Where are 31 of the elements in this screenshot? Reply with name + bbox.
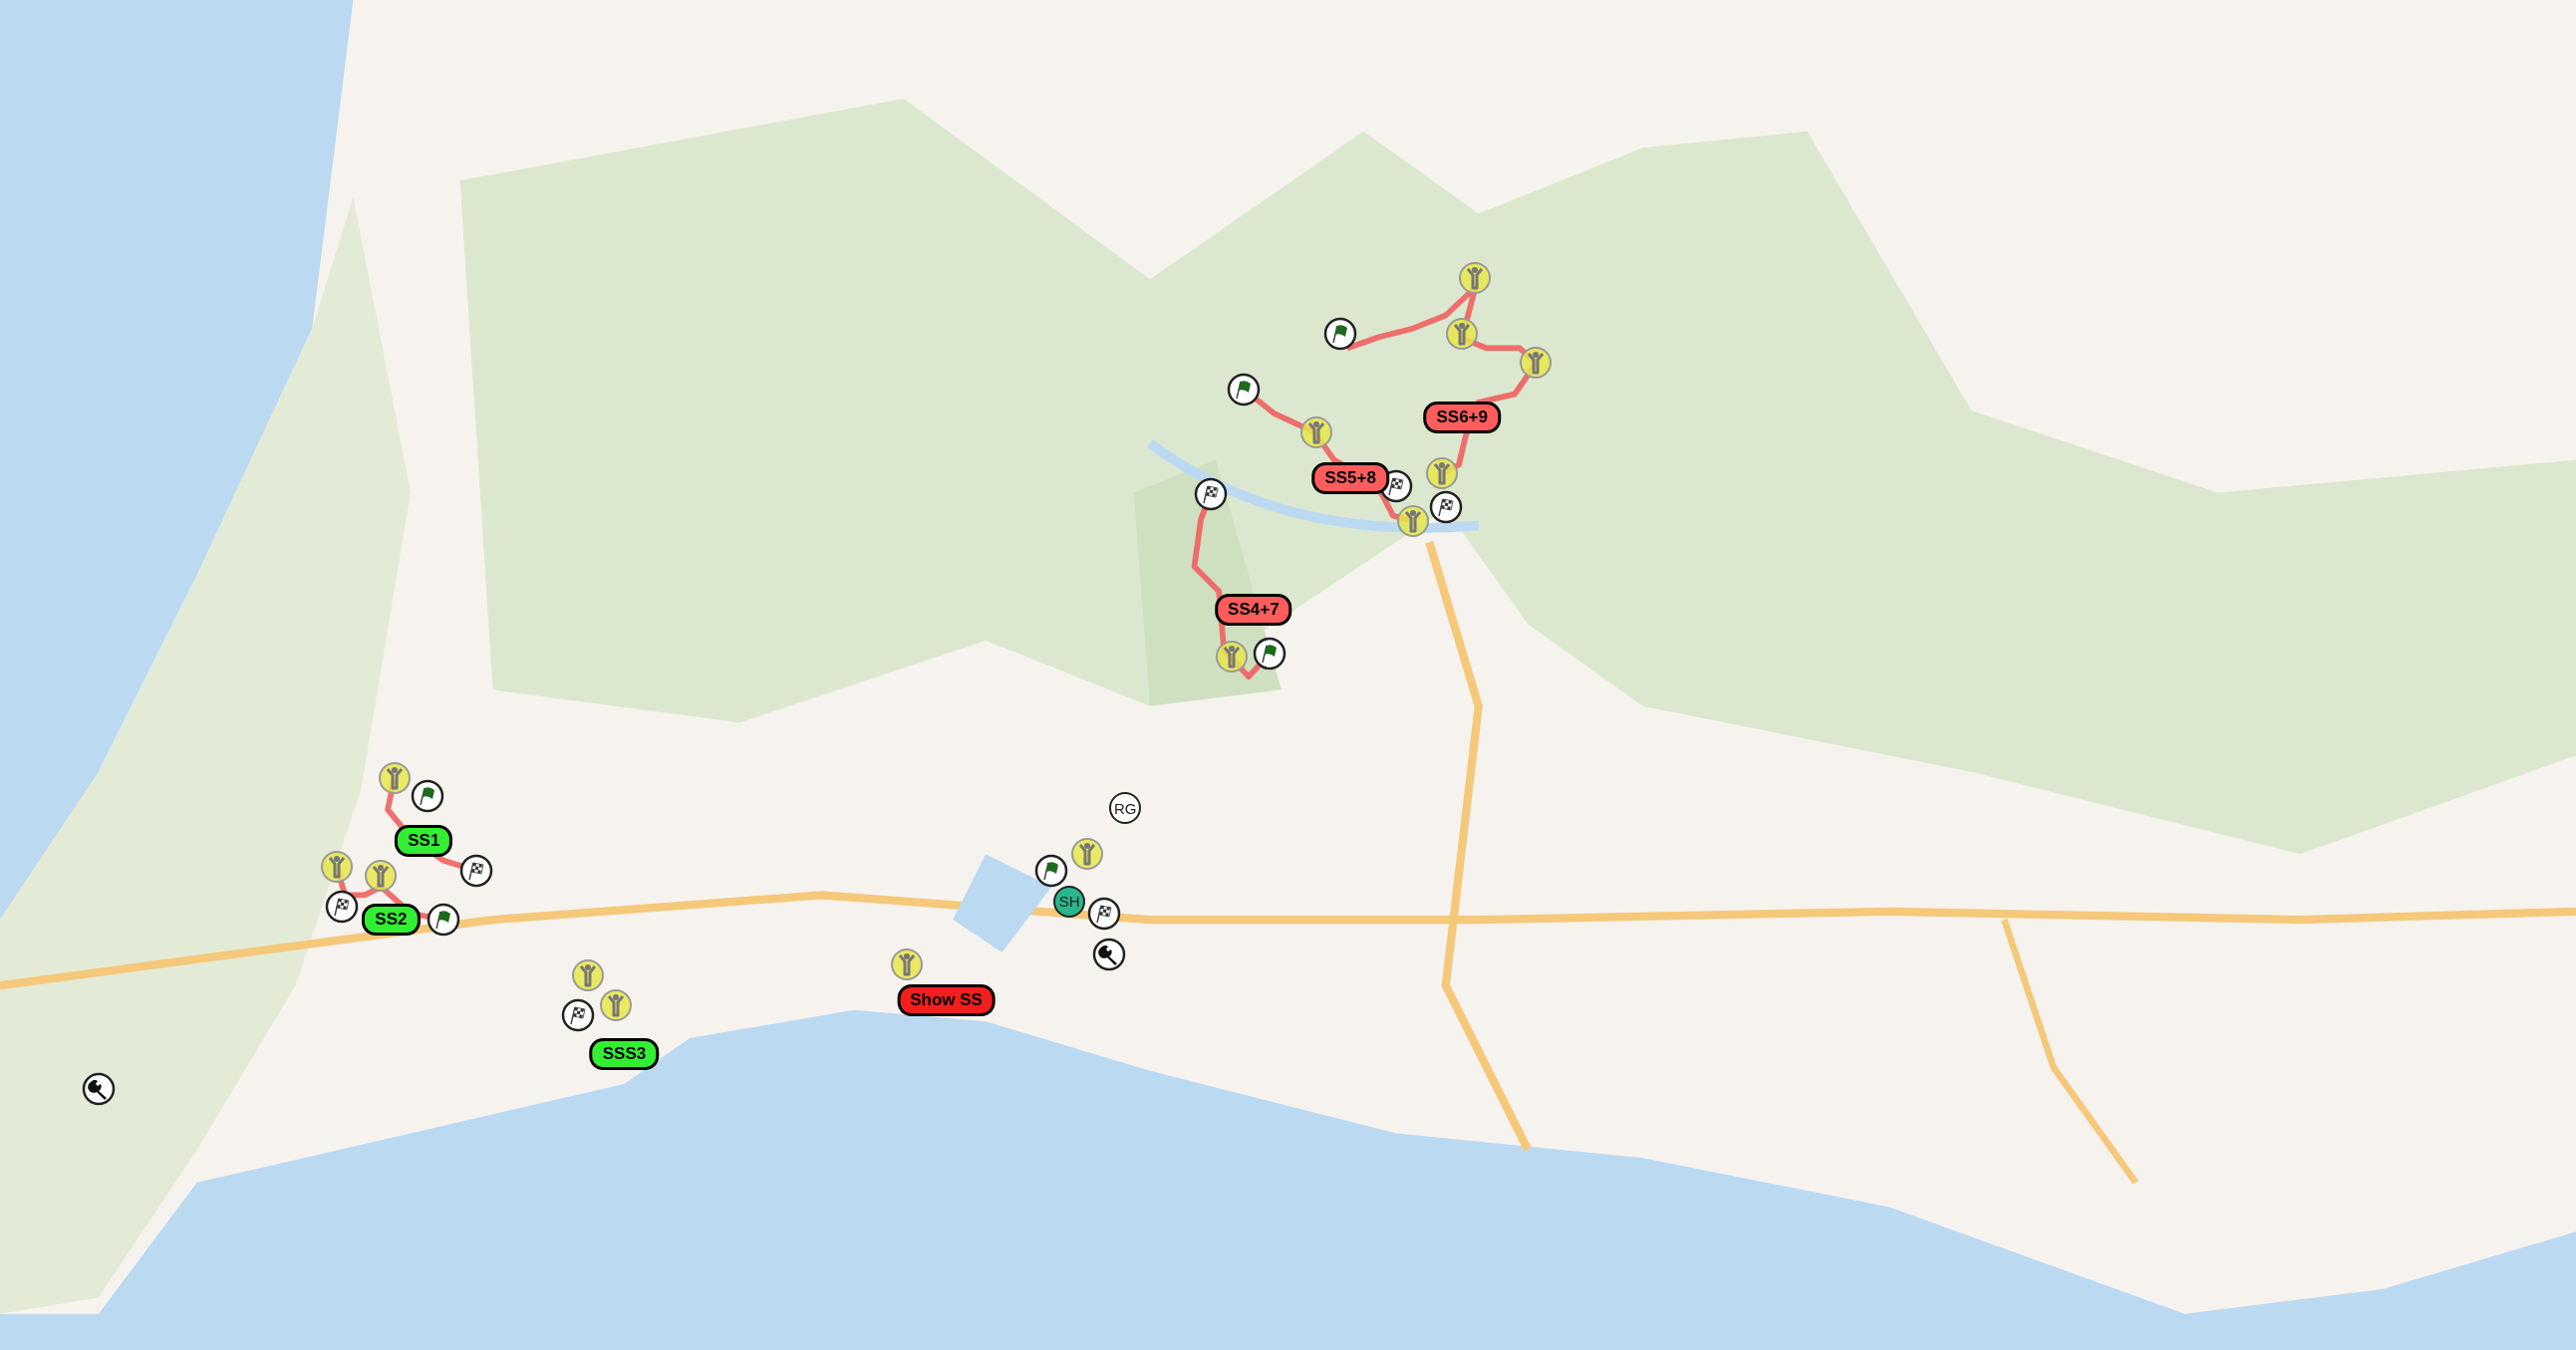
checkered-flag-icon[interactable] — [1428, 490, 1463, 525]
flag-icon[interactable] — [410, 779, 444, 814]
wrench-icon[interactable] — [81, 1071, 116, 1106]
stage-label[interactable]: SS5+8 — [1311, 461, 1389, 494]
person-icon[interactable] — [1395, 503, 1430, 538]
stage-label[interactable]: SS2 — [362, 904, 421, 937]
flag-icon[interactable] — [1034, 853, 1069, 888]
person-icon[interactable] — [377, 761, 412, 796]
checkered-flag-icon[interactable] — [324, 889, 359, 924]
person-icon[interactable] — [319, 850, 354, 885]
checkered-flag-icon[interactable] — [1086, 896, 1121, 931]
stage-label[interactable]: SS6+9 — [1423, 401, 1501, 433]
stage-label[interactable]: SSS3 — [589, 1038, 660, 1071]
person-icon[interactable] — [1070, 837, 1105, 872]
checkered-flag-icon[interactable] — [561, 997, 596, 1032]
person-icon[interactable] — [1298, 414, 1333, 449]
person-icon[interactable] — [364, 858, 399, 893]
stage-label[interactable]: Show SS — [897, 983, 996, 1016]
person-icon[interactable] — [1519, 346, 1554, 381]
person-icon[interactable] — [1458, 260, 1493, 295]
flag-icon[interactable] — [1323, 316, 1358, 351]
person-icon[interactable] — [1445, 316, 1480, 351]
person-icon[interactable] — [599, 987, 634, 1022]
person-icon[interactable] — [571, 958, 606, 993]
flag-icon[interactable] — [1253, 637, 1288, 672]
flag-icon[interactable] — [427, 903, 461, 938]
checkered-flag-icon[interactable] — [459, 853, 494, 888]
wrench-icon[interactable] — [1091, 937, 1126, 971]
flag-icon[interactable] — [1227, 372, 1261, 406]
person-icon[interactable] — [890, 946, 924, 981]
checkered-flag-icon[interactable] — [1194, 477, 1228, 512]
